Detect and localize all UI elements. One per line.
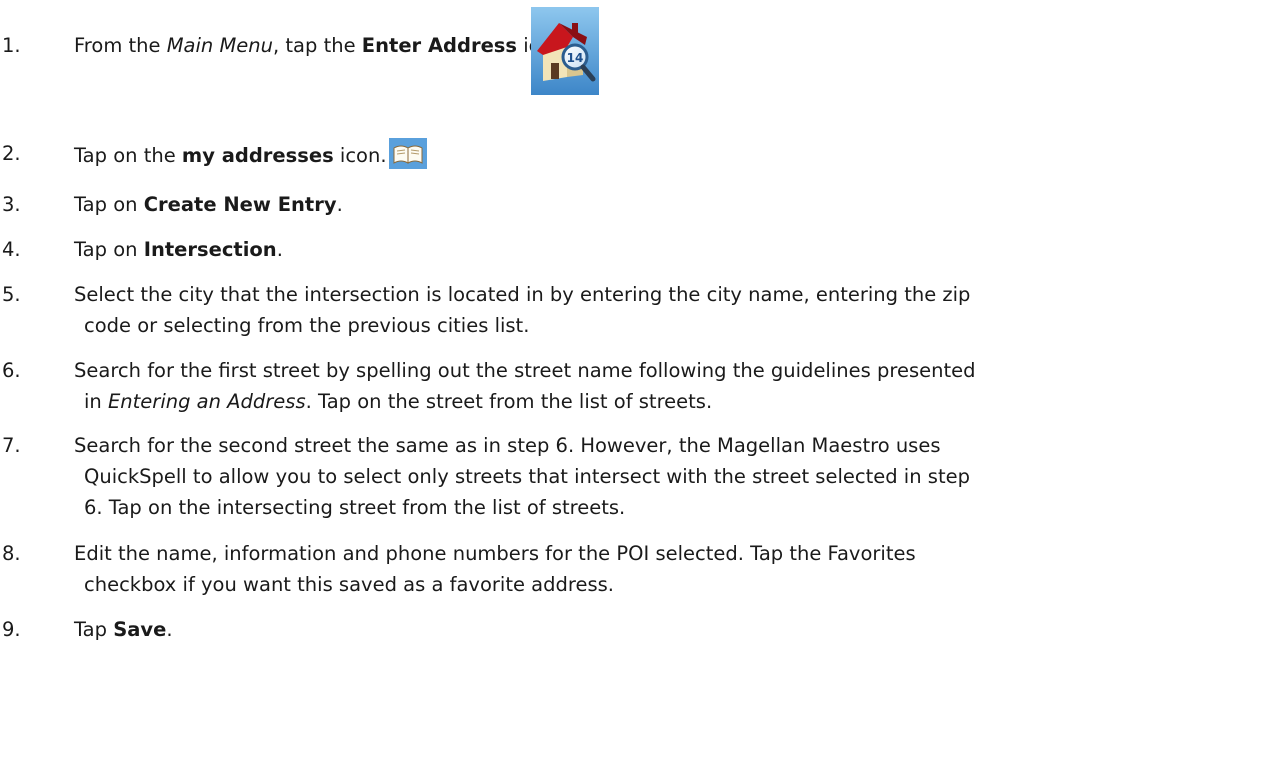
step-text: Search for the first street by spelling … — [74, 359, 976, 413]
step-number: 8. — [2, 542, 21, 565]
step-5: 5. Select the city that the intersection… — [0, 279, 1234, 341]
step-number: 5. — [2, 283, 21, 306]
entering-an-address-term: Entering an Address — [107, 390, 306, 413]
step-text: Edit the name, information and phone num… — [74, 542, 916, 596]
intersection-term: Intersection — [143, 238, 277, 261]
step-text: Search for the second street the same as… — [74, 434, 970, 519]
step-number: 6. — [2, 359, 21, 382]
step-number: 3. — [2, 193, 21, 216]
step-text: Tap on the my addresses icon. — [74, 138, 1234, 171]
step-number: 4. — [2, 238, 21, 261]
step-7: 7. Search for the second street the same… — [0, 430, 1234, 523]
step-3: 3. Tap on Create New Entry. — [0, 189, 1234, 220]
step-4: 4. Tap on Intersection. — [0, 234, 1234, 265]
step-6: 6. Search for the first street by spelli… — [0, 355, 1234, 417]
step-number: 9. — [2, 618, 21, 641]
step-text: Tap Save. — [74, 618, 173, 641]
step-text: From the Main Menu, tap the Enter Addres… — [74, 34, 570, 57]
step-2: 2. Tap on the my addresses icon. — [0, 138, 1234, 171]
create-new-entry-term: Create New Entry — [143, 193, 337, 216]
step-number: 7. — [2, 434, 21, 457]
my-addresses-term: my addresses — [181, 144, 334, 167]
main-menu-term: Main Menu — [166, 34, 274, 57]
enter-address-term: Enter Address — [361, 34, 518, 57]
step-8: 8. Edit the name, information and phone … — [0, 538, 1234, 600]
step-9: 9. Tap Save. — [0, 614, 1234, 645]
save-term: Save — [113, 618, 167, 641]
step-text: Select the city that the intersection is… — [74, 283, 971, 337]
step-number: 1. — [2, 34, 21, 57]
step-text: Tap on Intersection. — [74, 238, 283, 261]
my-addresses-book-icon — [388, 138, 427, 169]
step-number: 2. — [2, 142, 21, 165]
enter-address-icon: 14 — [531, 7, 599, 95]
step-text: Tap on Create New Entry. — [74, 193, 343, 216]
address-icon-number: 14 — [567, 51, 584, 65]
step-1: 1. From the Main Menu, tap the Enter Add… — [0, 30, 1234, 61]
